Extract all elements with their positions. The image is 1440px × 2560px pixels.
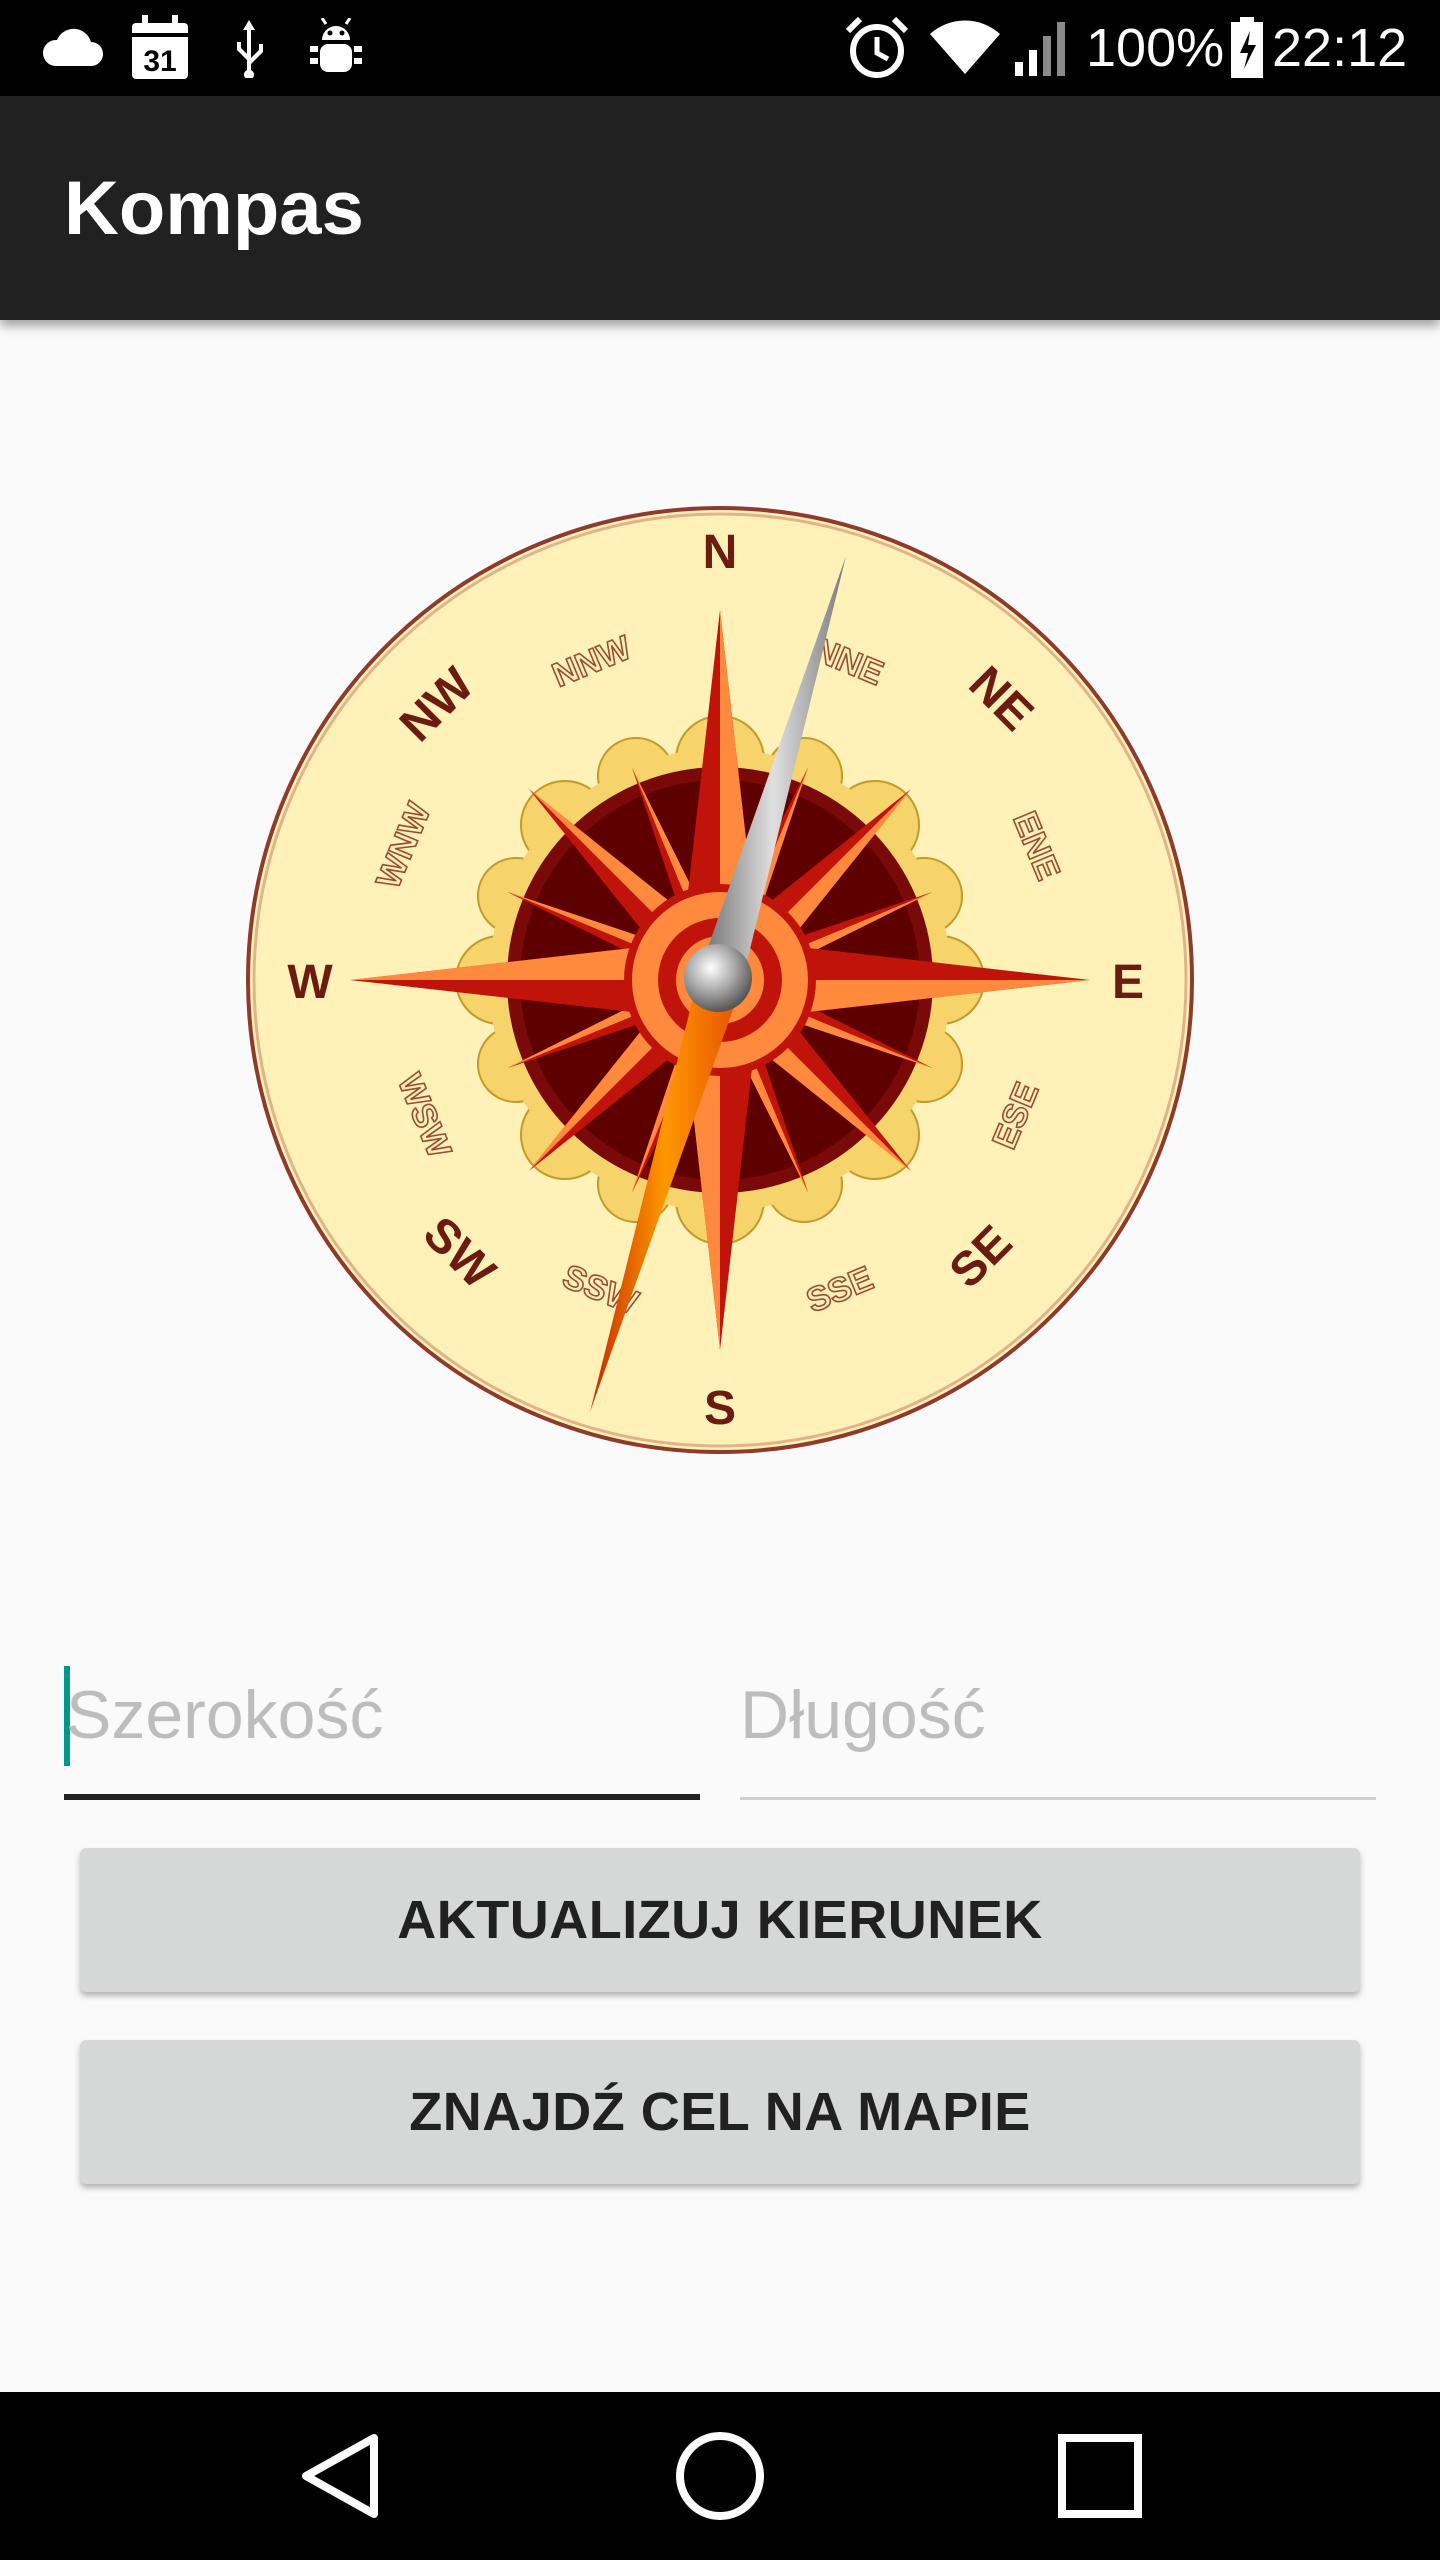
label-s: S — [704, 1382, 736, 1435]
signal-icon — [1010, 14, 1076, 82]
battery-percent: 100% — [1086, 18, 1225, 78]
battery-charging-icon — [1228, 14, 1266, 82]
app-title: Kompas — [64, 165, 364, 251]
usb-icon — [224, 14, 274, 82]
clock-time: 22:12 — [1272, 18, 1408, 78]
navigation-bar — [0, 2392, 1440, 2560]
longitude-underline — [740, 1797, 1376, 1800]
app-bar: Kompas — [0, 96, 1440, 320]
latitude-field[interactable] — [64, 1640, 702, 1800]
android-debug-icon — [304, 14, 368, 82]
latitude-input[interactable] — [64, 1640, 702, 1790]
wifi-icon — [930, 14, 1000, 82]
longitude-input[interactable] — [740, 1640, 1376, 1790]
calendar-icon: 31 — [128, 14, 192, 82]
home-icon[interactable] — [660, 2416, 780, 2536]
longitude-field[interactable] — [740, 1640, 1376, 1800]
calendar-day: 31 — [143, 45, 176, 78]
update-direction-button[interactable]: AKTUALIZUJ KIERUNEK — [80, 1848, 1360, 1992]
alarm-icon — [842, 14, 912, 82]
status-bar: 31 100% 22:12 — [0, 0, 1440, 96]
find-target-on-map-button[interactable]: ZNAJDŹ CEL NA MAPIE — [80, 2040, 1360, 2184]
cloud-icon — [36, 14, 108, 82]
label-n: N — [703, 526, 738, 579]
back-icon[interactable] — [280, 2416, 400, 2536]
label-w: W — [287, 956, 333, 1009]
latitude-underline — [64, 1794, 700, 1800]
label-e: E — [1112, 956, 1144, 1009]
compass-image: N S E W NE NW SE SW NNW NNE ENE ESE SSE … — [240, 500, 1200, 1460]
recents-icon[interactable] — [1040, 2416, 1160, 2536]
